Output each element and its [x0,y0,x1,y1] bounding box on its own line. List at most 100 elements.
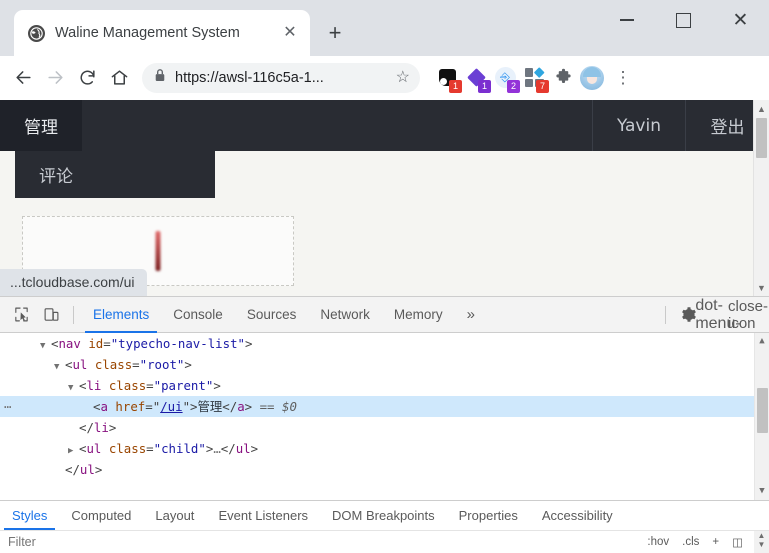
dom-tree-row[interactable]: ▼ <ul class="root"> [0,354,769,375]
dom-token-punct: > [245,336,253,351]
dom-token-val: "root" [139,357,185,372]
dom-token-punct: = [145,399,153,414]
tab-console[interactable]: Console [161,297,235,333]
scroll-up-icon[interactable]: ▲ [754,100,769,117]
reload-icon[interactable] [72,63,102,93]
extensions-area: 1 1 ⎆ 2 7 ⋮ [434,63,638,93]
tab-properties[interactable]: Properties [447,501,530,530]
devtools-panel: Elements Console Sources Network Memory … [0,279,769,553]
hover-state-button[interactable]: :hov [647,536,669,548]
tab-dom-breakpoints[interactable]: DOM Breakpoints [320,501,447,530]
dom-tree-row[interactable]: </li> [0,417,769,438]
dom-token-tag: a [100,399,108,414]
profile-avatar[interactable] [579,65,605,91]
tab-accessibility[interactable]: Accessibility [530,501,625,530]
row-overflow-icon: ⋯ [4,399,13,414]
styles-filter-tools: :hov .cls + ◫ [647,535,769,549]
add-style-rule-icon[interactable]: + [712,536,719,548]
dom-token-tag: nav [58,336,81,351]
dom-token-punct: = [103,336,111,351]
styles-filter-bar: :hov .cls + ◫ ▲ ▼ ◀ ▶ [0,530,769,553]
tab-strip: Waline Management System ✕ + ✕ [0,0,769,56]
globe-icon [28,24,45,42]
window-close-button[interactable]: ✕ [712,0,769,40]
new-tab-button[interactable]: + [320,18,350,48]
extension-clipboard-icon[interactable]: ⎆ 2 [492,65,520,93]
new-style-rule-icon[interactable]: ◫ [732,535,743,549]
dom-tree-row[interactable]: ⋯ <a href="/ui">管理</a> == $0 [0,396,769,417]
dom-tree-row[interactable]: ▶ <ul class="child">…</ul> [0,438,769,459]
inspect-element-icon[interactable] [6,301,36,329]
dom-tree-row[interactable]: ▼ <nav id="typecho-nav-list"> [0,333,769,354]
dom-token-tag: ul [79,462,95,477]
dom-token-sel-var: == $0 [252,399,297,414]
dom-token-attr: id [80,336,104,351]
tab-event-listeners[interactable]: Event Listeners [206,501,320,530]
home-icon[interactable] [104,63,134,93]
tab-memory[interactable]: Memory [382,297,455,333]
nav-item-manage[interactable]: 管理 [0,100,82,151]
scroll-down-icon[interactable]: ▼ [754,279,769,296]
extension-diamond-icon[interactable]: 1 [463,65,491,93]
dom-tree[interactable]: ▼ <nav id="typecho-nav-list"> ▼ <ul class="… [0,333,769,500]
scrollbar-thumb[interactable] [756,118,767,158]
bookmark-star-icon[interactable]: ☆ [396,69,410,86]
dom-token-tag: a [237,399,245,414]
extension-black-icon[interactable]: 1 [434,65,462,93]
scroll-down-icon[interactable]: ▼ [754,483,769,500]
extensions-puzzle-icon[interactable] [550,65,576,91]
tab-network[interactable]: Network [308,297,382,333]
browser-menu-icon[interactable]: ⋮ [608,63,638,93]
extension-badge: 1 [449,79,462,93]
minimize-button[interactable] [598,0,655,40]
dom-token-punct: </ [222,399,238,414]
maximize-button[interactable] [655,0,712,40]
tab-computed[interactable]: Computed [59,501,143,530]
tab-sources[interactable]: Sources [235,297,309,333]
tab-styles[interactable]: Styles [0,501,59,530]
link-status-bar: ...tcloudbase.com/ui [0,269,147,296]
dom-tree-row[interactable]: ▼ <li class="parent"> [0,375,769,396]
styles-vertical-scrollbar[interactable]: ▲ ▼ [754,531,769,553]
dom-token-punct: = [146,378,154,393]
browser-tab[interactable]: Waline Management System ✕ [14,10,310,56]
dom-token-punct: </ [65,462,80,477]
scroll-up-icon[interactable]: ▲ [754,333,769,350]
tab-layout[interactable]: Layout [143,501,206,530]
device-toolbar-icon[interactable] [36,301,66,329]
nav-item-username[interactable]: Yavin [591,100,685,151]
dropdown-item-comments[interactable]: 评论 [15,151,215,198]
toolbar-divider [73,305,74,324]
extension-blocks-icon[interactable]: 7 [521,65,549,93]
scroll-down-icon[interactable]: ▼ [758,540,766,549]
devtools-toolbar-right: three-dot-menu-icon close-icon [658,279,768,350]
devtools-close-icon[interactable]: close-icon [728,298,768,332]
dom-token-punct: = [146,441,154,456]
extension-badge: 2 [507,79,520,93]
dom-token-punct: > [213,378,221,393]
page-viewport: 管理 Yavin 登出 评论 个人设置 ...tcloudbase.com/ui… [0,100,769,296]
page-scrollbar[interactable]: ▲ ▼ [753,100,769,296]
scrollbar-thumb[interactable] [756,388,768,433]
dom-token-tag: ul [72,357,88,372]
lock-icon [154,68,166,87]
dom-token-attr: class [101,378,147,393]
more-tabs-icon[interactable]: » [455,297,487,333]
browser-toolbar: https://awsl-116c5a-1... ☆ 1 1 ⎆ 2 7 ⋮ [0,56,769,100]
address-bar[interactable]: https://awsl-116c5a-1... ☆ [142,62,420,93]
dom-tree-scrollbar[interactable]: ▲ ▼ [754,333,769,500]
dom-token-val: "typecho-nav-list" [110,336,245,351]
back-icon[interactable] [8,63,38,93]
devtools-tab-list: Elements Console Sources Network Memory … [81,297,487,333]
tab-close-icon[interactable]: ✕ [280,23,300,43]
dom-token-val: "child" [153,441,206,456]
extension-badge: 1 [478,79,491,93]
dom-tree-row[interactable]: </ul> [0,459,769,480]
tab-elements[interactable]: Elements [81,297,161,333]
dom-token-punct: > [108,420,117,435]
scroll-up-icon[interactable]: ▲ [758,531,766,540]
dom-token-tag: ul [235,441,251,456]
dom-token-ellip: … [213,441,221,456]
styles-filter-input[interactable] [8,535,648,549]
class-state-button[interactable]: .cls [682,536,699,548]
